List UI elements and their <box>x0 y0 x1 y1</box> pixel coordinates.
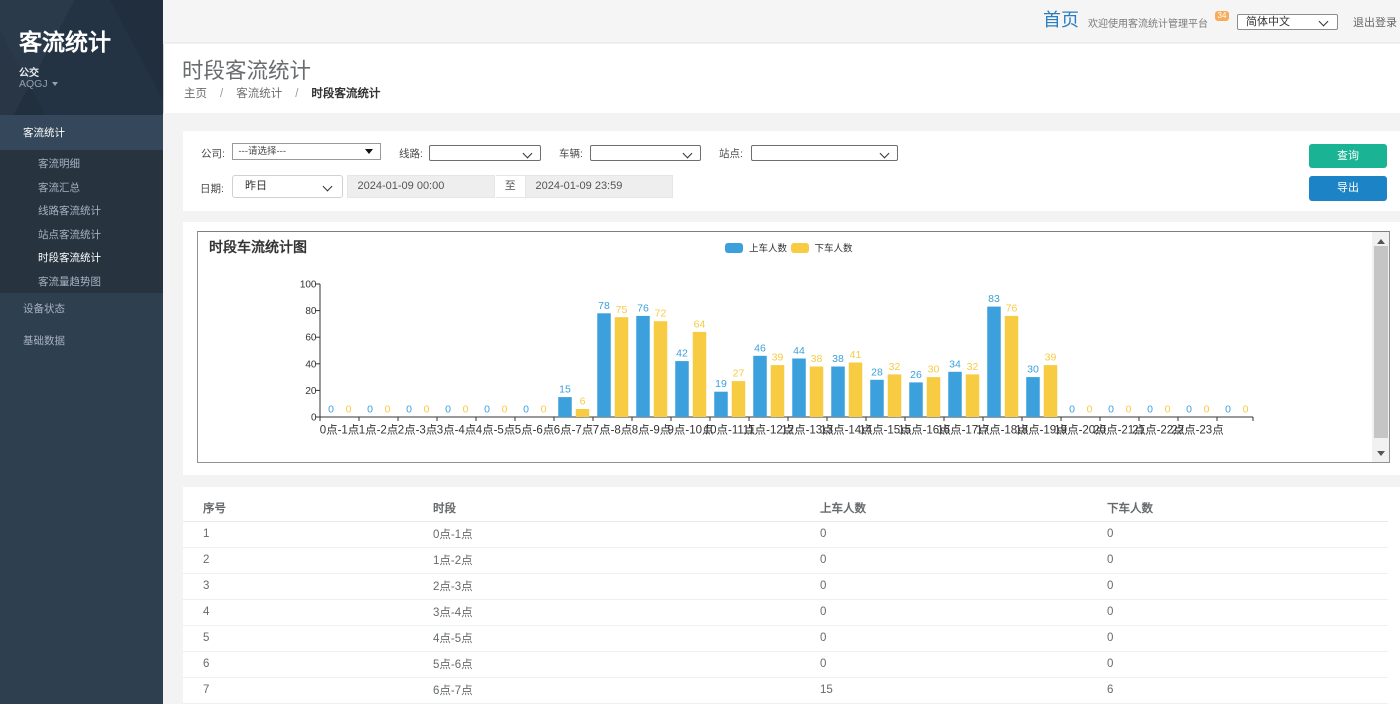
svg-text:0点-1点: 0点-1点 <box>320 423 360 436</box>
svg-text:30: 30 <box>1027 363 1039 375</box>
svg-text:44: 44 <box>793 345 805 357</box>
svg-text:0: 0 <box>1069 403 1075 415</box>
svg-text:42: 42 <box>676 347 688 359</box>
svg-text:下车人数: 下车人数 <box>815 242 854 254</box>
svg-text:0: 0 <box>1243 403 1249 415</box>
svg-text:0: 0 <box>367 403 373 415</box>
svg-text:41: 41 <box>850 349 862 361</box>
svg-text:27: 27 <box>733 367 745 379</box>
svg-text:0: 0 <box>385 403 391 415</box>
svg-text:0: 0 <box>406 403 412 415</box>
svg-text:0: 0 <box>1186 403 1192 415</box>
svg-text:7点-8点: 7点-8点 <box>593 423 633 436</box>
svg-text:0: 0 <box>445 403 451 415</box>
svg-text:30: 30 <box>928 363 940 375</box>
svg-text:46: 46 <box>754 342 766 354</box>
svg-text:75: 75 <box>616 303 628 315</box>
svg-text:0: 0 <box>463 403 469 415</box>
svg-text:20: 20 <box>305 385 317 396</box>
svg-text:0: 0 <box>541 403 547 415</box>
svg-text:39: 39 <box>1045 351 1057 363</box>
svg-text:83: 83 <box>988 293 1000 305</box>
svg-text:0: 0 <box>1087 403 1093 415</box>
svg-text:0: 0 <box>484 403 490 415</box>
svg-text:8点-9点: 8点-9点 <box>632 423 672 436</box>
svg-text:0: 0 <box>1108 403 1114 415</box>
svg-text:80: 80 <box>305 306 317 317</box>
svg-text:0: 0 <box>346 403 352 415</box>
svg-text:0: 0 <box>328 403 334 415</box>
svg-text:76: 76 <box>1006 302 1018 314</box>
svg-text:76: 76 <box>637 302 649 314</box>
svg-text:3点-4点: 3点-4点 <box>437 423 477 436</box>
svg-text:4点-5点: 4点-5点 <box>476 423 516 436</box>
svg-text:6: 6 <box>580 395 586 407</box>
svg-text:6点-7点: 6点-7点 <box>554 423 594 436</box>
svg-text:26: 26 <box>910 368 922 380</box>
svg-text:78: 78 <box>598 299 610 311</box>
svg-text:0: 0 <box>424 403 430 415</box>
svg-text:34: 34 <box>949 358 961 370</box>
svg-text:0: 0 <box>1225 403 1231 415</box>
svg-text:38: 38 <box>832 353 844 365</box>
svg-text:0: 0 <box>1165 403 1171 415</box>
svg-text:上车人数: 上车人数 <box>749 242 788 254</box>
svg-text:39: 39 <box>772 351 784 363</box>
svg-text:19: 19 <box>715 378 727 390</box>
svg-text:1点-2点: 1点-2点 <box>359 423 399 436</box>
svg-text:32: 32 <box>967 360 979 372</box>
svg-text:0: 0 <box>1126 403 1132 415</box>
svg-text:32: 32 <box>889 360 901 372</box>
svg-text:0: 0 <box>1204 403 1210 415</box>
svg-text:60: 60 <box>305 332 317 343</box>
svg-text:5点-6点: 5点-6点 <box>515 423 555 436</box>
svg-text:15: 15 <box>559 383 571 395</box>
svg-text:22点-23点: 22点-23点 <box>1171 423 1223 436</box>
svg-text:0: 0 <box>311 412 317 423</box>
svg-text:28: 28 <box>871 366 883 378</box>
svg-text:40: 40 <box>305 359 317 370</box>
svg-text:38: 38 <box>811 353 823 365</box>
svg-text:时段车流统计图: 时段车流统计图 <box>209 239 307 255</box>
svg-text:72: 72 <box>655 307 667 319</box>
svg-text:0: 0 <box>523 403 529 415</box>
svg-text:0: 0 <box>1147 403 1153 415</box>
svg-text:100: 100 <box>300 279 317 290</box>
svg-text:64: 64 <box>694 318 706 330</box>
svg-text:2点-3点: 2点-3点 <box>398 423 438 436</box>
svg-text:0: 0 <box>502 403 508 415</box>
